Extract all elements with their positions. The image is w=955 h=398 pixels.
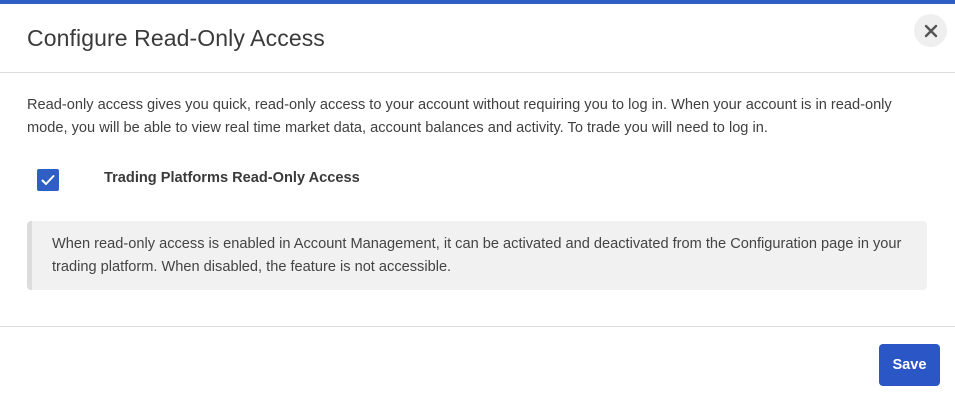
read-only-description: Read-only access gives you quick, read-o…	[27, 97, 892, 136]
dialog-footer: Save	[0, 327, 955, 398]
save-button[interactable]: Save	[879, 344, 940, 386]
dialog-header: Configure Read-Only Access	[0, 4, 955, 73]
trading-platforms-read-only-label[interactable]: Trading Platforms Read-Only Access	[104, 170, 360, 186]
dialog-title: Configure Read-Only Access	[27, 25, 325, 51]
trading-platforms-read-only-checkbox[interactable]	[37, 169, 59, 191]
checkmark-icon	[41, 175, 55, 185]
dialog-body: Read-only access gives you quick, read-o…	[0, 73, 955, 327]
configure-read-only-dialog: Configure Read-Only Access Read-only acc…	[0, 0, 955, 398]
info-note: When read-only access is enabled in Acco…	[27, 221, 927, 290]
close-icon	[924, 24, 937, 37]
close-button[interactable]	[914, 14, 947, 47]
